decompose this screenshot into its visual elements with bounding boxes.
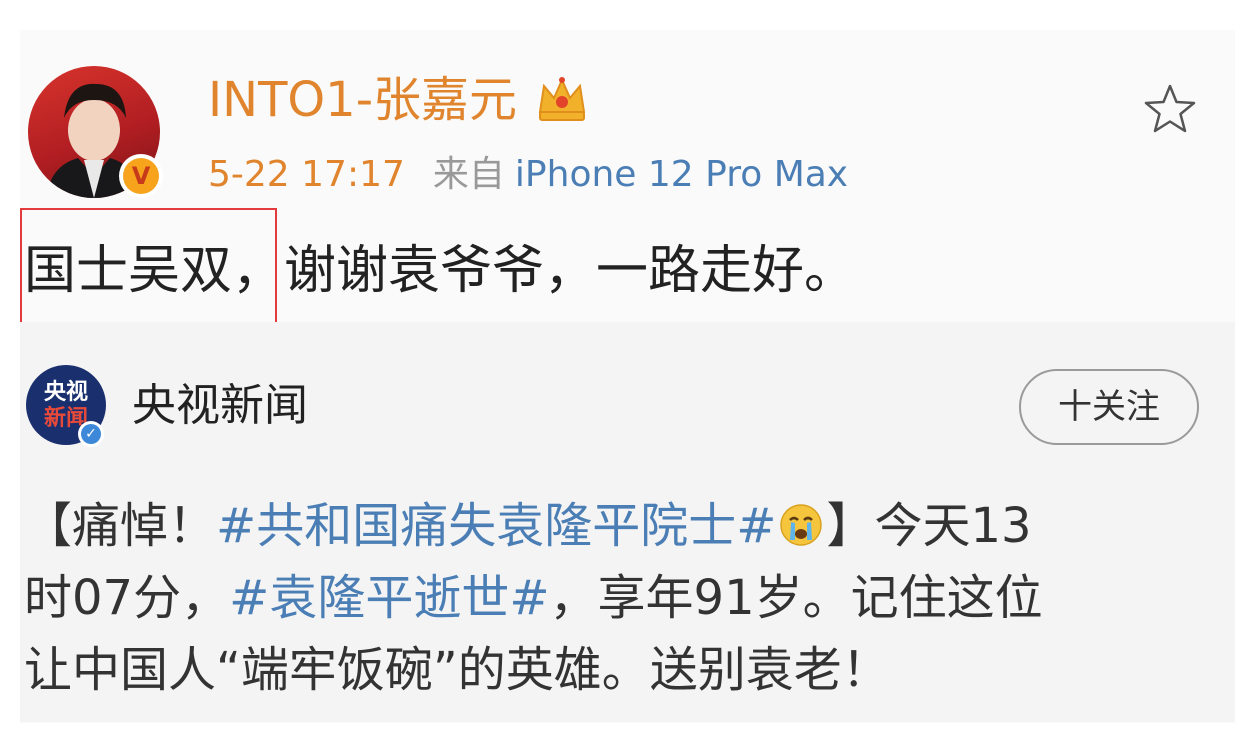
crown-icon xyxy=(538,77,586,121)
follow-button[interactable]: 十关注 xyxy=(1019,369,1199,445)
hashtag-link[interactable]: #共和国痛失袁隆平院士# xyxy=(216,498,776,554)
repost-text-segment: 【痛悼！ xyxy=(24,498,217,554)
hashtag-link[interactable]: #袁隆平逝世# xyxy=(229,570,549,626)
repost-text-segment: ，享年91岁。记住这位 xyxy=(549,570,1043,626)
repost-text-segment: 时07分， xyxy=(24,570,230,626)
post-source-label: 来自 xyxy=(432,154,505,195)
repost-body-line1: 【痛悼！#共和国痛失袁隆平院士# 】今天13 xyxy=(24,490,1043,562)
annotation-highlight-box xyxy=(20,208,277,332)
post-text-rest: ，谢谢袁爷爷，一路走好。 xyxy=(232,241,857,301)
verified-badge-icon: ✓ xyxy=(78,421,104,447)
repost-body-line2: 时07分，#袁隆平逝世#，享年91岁。记住这位 xyxy=(24,562,1043,634)
repost-body: 【痛悼！#共和国痛失袁隆平院士# 】今天13 时07分，#袁隆平逝世#，享年91岁… xyxy=(24,490,1043,706)
author-username[interactable]: INTO1-张嘉元 xyxy=(208,70,517,130)
verified-badge-icon: V xyxy=(119,154,163,198)
post-timestamp: 5-22 17:17 xyxy=(208,154,405,195)
post-meta: 5-22 17:17 来自 iPhone 12 Pro Max xyxy=(208,150,848,200)
repost-account-name[interactable]: 央视新闻 xyxy=(132,378,308,434)
post-device-link[interactable]: iPhone 12 Pro Max xyxy=(515,154,848,195)
repost-body-line3: 让中国人“端牢饭碗”的英雄。送别袁老！ xyxy=(24,642,890,698)
repost-avatar-line1: 央视 xyxy=(43,380,88,405)
crying-emoji-icon xyxy=(780,504,823,546)
star-icon[interactable] xyxy=(1140,80,1200,140)
repost-text-segment: 】今天13 xyxy=(826,498,1032,554)
